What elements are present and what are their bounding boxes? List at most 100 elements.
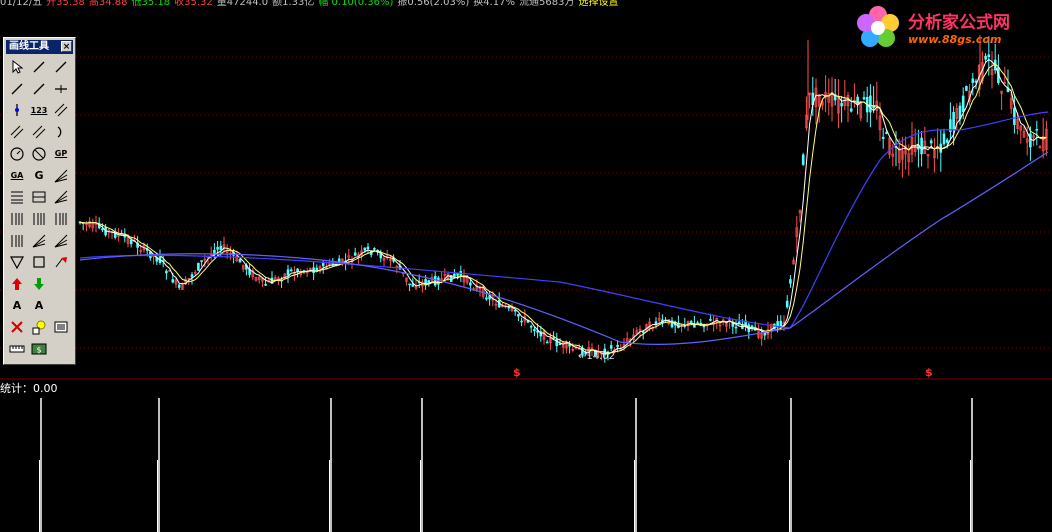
text-note-icon[interactable]: A xyxy=(30,297,48,315)
candle-body xyxy=(881,136,885,139)
square-cycle-icon[interactable] xyxy=(52,210,70,228)
candle-body xyxy=(869,95,872,113)
blank-2-icon xyxy=(52,297,70,315)
candle-body xyxy=(789,279,792,284)
candle-body xyxy=(965,86,968,91)
candle-body xyxy=(456,273,459,276)
indicator-chart[interactable] xyxy=(0,380,1052,532)
candle-body xyxy=(507,306,511,309)
candle-body xyxy=(312,267,315,273)
horizontal-line-icon[interactable] xyxy=(52,80,70,98)
gann-box-icon[interactable]: GP xyxy=(52,145,70,163)
candle-body xyxy=(849,108,853,112)
svg-text:$: $ xyxy=(36,346,41,355)
candle-body xyxy=(545,341,549,344)
triangle-icon[interactable] xyxy=(8,253,26,271)
parallel-lines-icon[interactable] xyxy=(52,101,70,119)
candle-body xyxy=(238,259,242,263)
ray-line-icon[interactable] xyxy=(52,58,70,76)
text-tool-icon[interactable]: A xyxy=(8,297,26,315)
circle-icon[interactable] xyxy=(8,145,26,163)
candle-body xyxy=(1013,107,1016,125)
gann-grid-icon[interactable] xyxy=(52,232,70,250)
blank-1-icon xyxy=(52,275,70,293)
arc-icon[interactable] xyxy=(52,123,70,141)
candle-body xyxy=(485,297,488,300)
linear-regression-icon[interactable] xyxy=(30,123,48,141)
candle-body xyxy=(289,269,293,272)
candle-body xyxy=(101,228,104,231)
candle-body xyxy=(219,245,223,251)
period-lines-icon[interactable] xyxy=(8,232,26,250)
logo-name: 分析家公式网 xyxy=(908,13,1010,33)
resistance-box-icon[interactable] xyxy=(30,188,48,206)
ruler-tool-icon[interactable] xyxy=(8,340,26,358)
ma-line-mid xyxy=(79,63,1047,354)
candle-body xyxy=(529,325,533,328)
candle-body xyxy=(971,78,975,83)
down-arrow-icon[interactable] xyxy=(30,275,48,293)
candle-body xyxy=(517,314,520,317)
candle-body xyxy=(609,345,613,349)
gann-angle-icon[interactable]: GA xyxy=(8,167,26,185)
candle-body xyxy=(1029,133,1032,148)
line-segment-icon[interactable] xyxy=(30,58,48,76)
angle-fan-icon[interactable] xyxy=(30,232,48,250)
candle-body xyxy=(353,252,357,256)
candle-body xyxy=(363,247,367,251)
drawing-toolbox[interactable]: 画线工具 × 123 GP GA G A A $ xyxy=(3,37,76,365)
fibonacci-icon[interactable] xyxy=(8,188,26,206)
rectangle-icon[interactable] xyxy=(30,253,48,271)
candle-body xyxy=(190,274,194,278)
candle-body xyxy=(568,344,571,347)
candle-body xyxy=(321,262,325,267)
candle-body xyxy=(709,319,712,321)
low-price-label: ←14.02 xyxy=(578,351,616,362)
logo-url: www.88gs.com xyxy=(908,33,1002,46)
candle-body xyxy=(366,246,370,250)
time-cycle-icon[interactable] xyxy=(8,210,26,228)
circle-cross-icon[interactable] xyxy=(30,145,48,163)
candle-body xyxy=(856,96,859,105)
indicator-label: 统计：0.00 xyxy=(0,382,58,395)
candle-body xyxy=(920,137,923,155)
close-icon[interactable]: × xyxy=(61,41,72,52)
candle-body xyxy=(533,329,536,332)
candle-body xyxy=(433,276,437,286)
property-tool-icon[interactable] xyxy=(52,318,70,336)
candle-body xyxy=(165,270,168,274)
money-tool-icon[interactable]: $ xyxy=(30,340,48,358)
fibonacci-time-icon[interactable] xyxy=(30,210,48,228)
toolbox-title-bar[interactable]: 画线工具 × xyxy=(6,40,73,54)
candle-body xyxy=(197,262,200,271)
candle-body xyxy=(616,344,619,347)
site-logo: 分析家公式网 www.88gs.com xyxy=(852,2,1050,52)
toolbox-title: 画线工具 xyxy=(9,41,49,52)
gann-fan-icon[interactable] xyxy=(52,167,70,185)
speed-lines-icon[interactable] xyxy=(52,188,70,206)
gann-line-icon[interactable]: G xyxy=(30,167,48,185)
candle-body xyxy=(929,140,933,144)
candle-body xyxy=(513,309,517,312)
price-chart[interactable] xyxy=(0,0,1052,380)
parallel-channel-icon[interactable] xyxy=(8,123,26,141)
candle-body xyxy=(129,239,133,245)
arrow-line-icon[interactable] xyxy=(8,80,26,98)
candle-body xyxy=(286,269,290,276)
candle-body xyxy=(469,282,472,286)
delete-tool-icon[interactable] xyxy=(8,318,26,336)
up-arrow-icon[interactable] xyxy=(8,275,26,293)
arrow-mark-icon[interactable] xyxy=(52,253,70,271)
candle-body xyxy=(520,320,523,323)
candle-body xyxy=(177,284,181,288)
candle-body xyxy=(373,248,376,250)
vertical-tick-icon[interactable] xyxy=(8,101,26,119)
cursor-arrow-icon[interactable] xyxy=(8,58,26,76)
candle-body xyxy=(945,139,949,143)
highlight-tool-icon[interactable] xyxy=(30,318,48,336)
candle-body xyxy=(987,54,991,58)
wave-123-icon[interactable]: 123 xyxy=(30,101,48,119)
candle-body xyxy=(558,343,562,346)
candle-body xyxy=(750,325,754,328)
extended-line-icon[interactable] xyxy=(30,80,48,98)
